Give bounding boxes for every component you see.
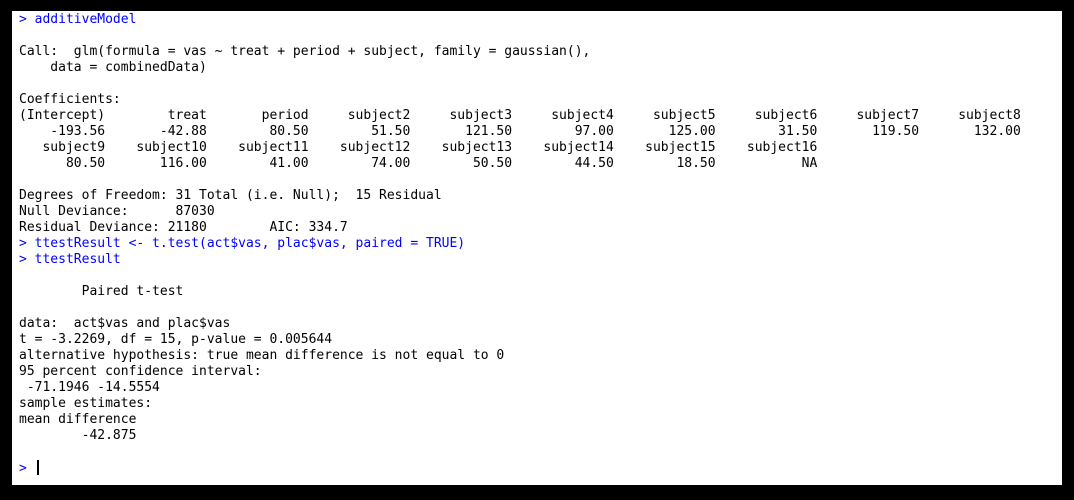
console-output-line: (Intercept) treat period subject2 subjec… (19, 108, 1021, 123)
console-output-line: Residual Deviance: 21180 AIC: 334.7 (19, 220, 348, 235)
r-console[interactable]: > additiveModel Call: glm(formula = vas ~… (12, 11, 1062, 485)
console-output-line: 95 percent confidence interval: (19, 364, 262, 379)
console-input-line: > additiveModel (19, 12, 137, 27)
console-output-line: Coefficients: (19, 92, 121, 107)
console-prompt[interactable]: > (19, 460, 39, 476)
console-output-line: -193.56 -42.88 80.50 51.50 121.50 97.00 … (19, 124, 1021, 139)
console-output-line: Degrees of Freedom: 31 Total (i.e. Null)… (19, 188, 442, 203)
console-output-line: Null Deviance: 87030 (19, 204, 215, 219)
console-output-line: Call: glm(formula = vas ~ treat + period… (19, 44, 591, 59)
console-output-line: data = combinedData) (19, 60, 207, 75)
console-output-line: -71.1946 -14.5554 (19, 380, 160, 395)
console-output-line: subject9 subject10 subject11 subject12 s… (19, 140, 818, 155)
console-output-line: sample estimates: (19, 396, 153, 411)
console-output-line: data: act$vas and plac$vas (19, 316, 231, 331)
console-output-line: 80.50 116.00 41.00 74.00 50.50 44.50 18.… (19, 156, 818, 171)
console-output-line: -42.875 (19, 428, 137, 443)
console-input-line: > ttestResult <- t.test(act$vas, plac$va… (19, 236, 466, 251)
console-output-line: Paired t-test (19, 284, 184, 299)
console-input-line: > ttestResult (19, 252, 121, 267)
console-output-line: alternative hypothesis: true mean differ… (19, 348, 505, 363)
console-output-line: t = -3.2269, df = 15, p-value = 0.005644 (19, 332, 333, 347)
text-cursor (36, 460, 39, 475)
console-output-line: mean difference (19, 412, 137, 427)
